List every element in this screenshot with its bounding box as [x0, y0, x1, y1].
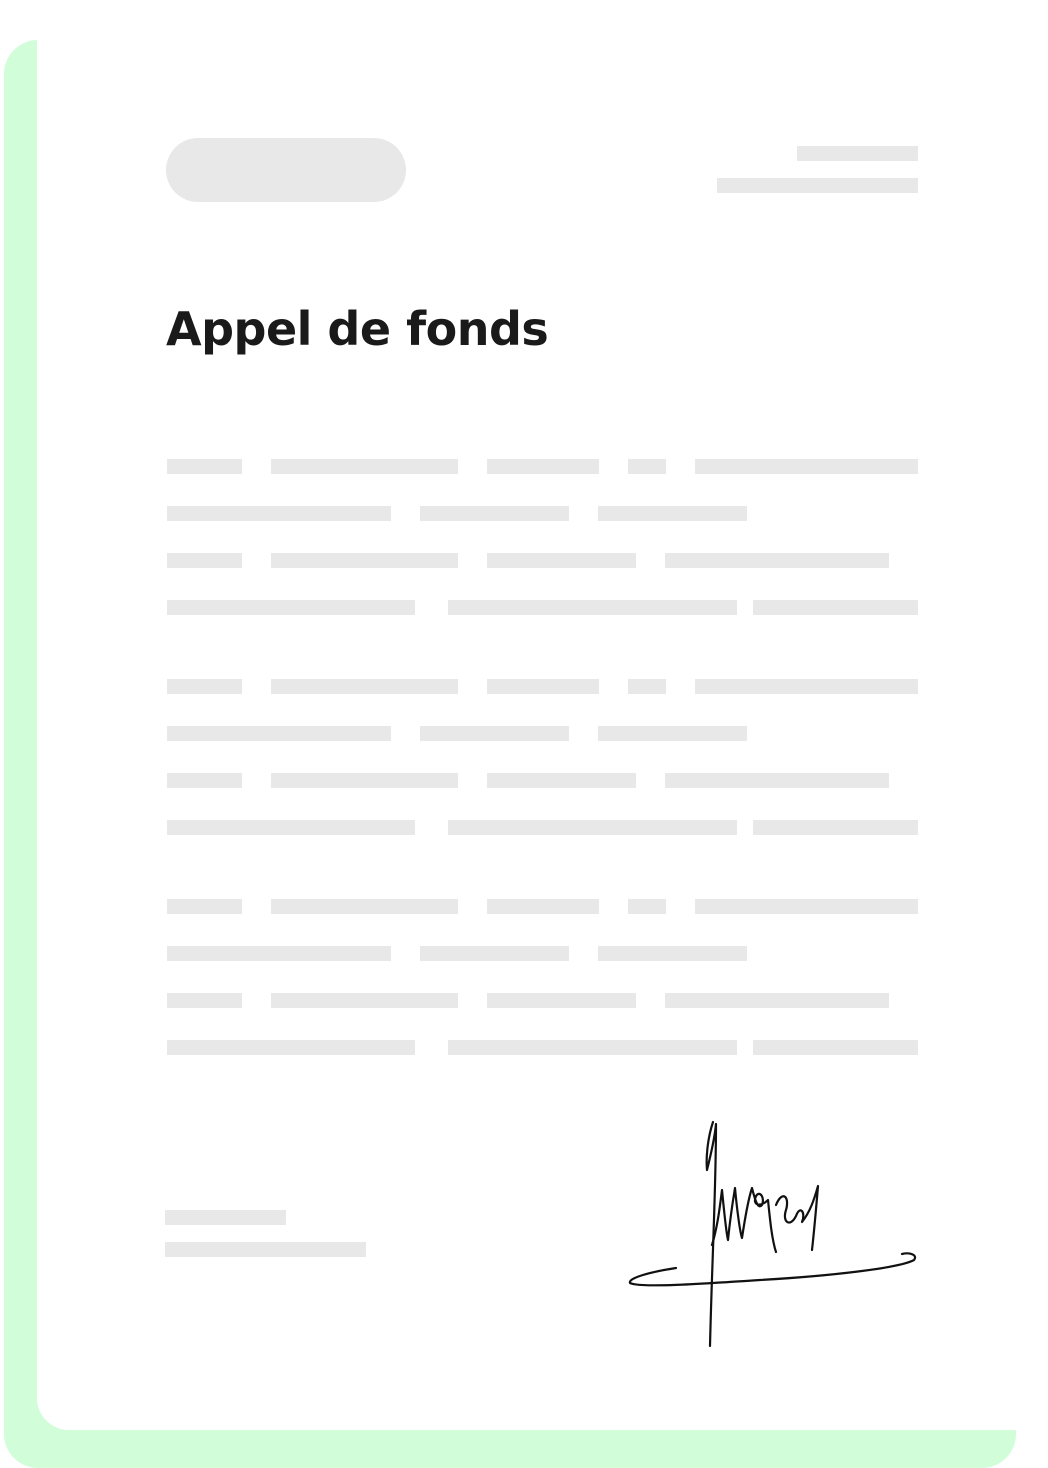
text-line-placeholder [753, 1040, 918, 1055]
text-line-placeholder [753, 820, 918, 835]
text-line-placeholder [695, 459, 918, 474]
text-line-placeholder [420, 726, 569, 741]
text-line-placeholder [271, 679, 458, 694]
text-line-placeholder [448, 1040, 737, 1055]
text-line-placeholder [628, 459, 666, 474]
text-line-placeholder [628, 899, 666, 914]
text-line-placeholder [167, 459, 242, 474]
text-line-placeholder [271, 773, 458, 788]
sender-line [165, 1210, 286, 1225]
text-line-placeholder [167, 553, 242, 568]
text-line-placeholder [167, 600, 415, 615]
text-line-placeholder [271, 459, 458, 474]
sender-line [165, 1242, 366, 1257]
text-line-placeholder [487, 553, 636, 568]
text-line-placeholder [665, 553, 889, 568]
header-meta-line [797, 146, 918, 161]
text-line-placeholder [167, 899, 242, 914]
text-line-placeholder [487, 993, 636, 1008]
text-line-placeholder [167, 946, 391, 961]
text-line-placeholder [167, 726, 391, 741]
text-line-placeholder [167, 679, 242, 694]
text-line-placeholder [628, 679, 666, 694]
text-line-placeholder [487, 773, 636, 788]
text-line-placeholder [448, 600, 737, 615]
text-line-placeholder [271, 553, 458, 568]
text-line-placeholder [167, 993, 242, 1008]
text-line-placeholder [665, 993, 889, 1008]
text-line-placeholder [448, 820, 737, 835]
text-line-placeholder [753, 600, 918, 615]
text-line-placeholder [167, 820, 415, 835]
text-line-placeholder [167, 1040, 415, 1055]
text-line-placeholder [167, 506, 391, 521]
page-title: Appel de fonds [166, 302, 549, 356]
text-line-placeholder [695, 679, 918, 694]
text-line-placeholder [598, 726, 747, 741]
logo-placeholder [166, 138, 406, 202]
text-line-placeholder [487, 899, 599, 914]
text-line-placeholder [167, 773, 242, 788]
text-line-placeholder [665, 773, 889, 788]
text-line-placeholder [598, 506, 747, 521]
text-line-placeholder [487, 679, 599, 694]
text-line-placeholder [271, 993, 458, 1008]
header-meta-line [717, 178, 918, 193]
document-canvas: Appel de fonds [0, 0, 1048, 1468]
text-line-placeholder [420, 506, 569, 521]
signature-icon [628, 1120, 917, 1348]
text-line-placeholder [598, 946, 747, 961]
text-line-placeholder [420, 946, 569, 961]
text-line-placeholder [487, 459, 599, 474]
text-line-placeholder [695, 899, 918, 914]
text-line-placeholder [271, 899, 458, 914]
